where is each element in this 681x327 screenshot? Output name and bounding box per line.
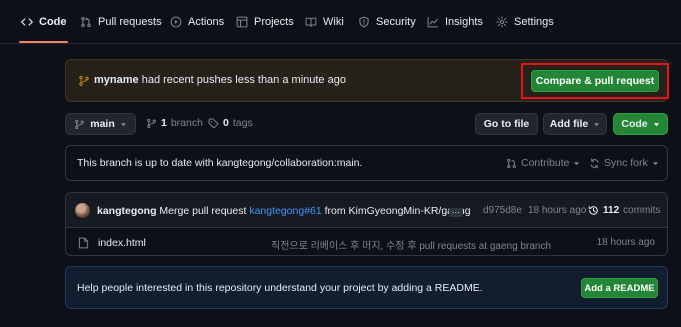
tab-pull-requests[interactable]: Pull requests xyxy=(80,0,162,44)
sync-fork-dropdown[interactable]: Sync fork xyxy=(589,157,659,169)
tab-label: Actions xyxy=(188,16,225,28)
file-name[interactable]: index.html xyxy=(98,237,146,249)
book-icon xyxy=(305,17,317,27)
tab-label: Projects xyxy=(254,16,294,28)
chevron-down-icon xyxy=(652,161,658,165)
chevron-down-icon xyxy=(574,161,580,165)
file-commit-message[interactable]: 직전으로 리베이스 후 머지, 수정 후 pull requests at ga… xyxy=(271,237,551,252)
tab-security[interactable]: Security xyxy=(358,0,416,44)
shield-icon xyxy=(359,16,369,28)
code-label: Code xyxy=(621,118,648,130)
add-file-label: Add file xyxy=(549,118,589,130)
file-icon xyxy=(78,237,89,249)
table-row[interactable]: index.html 직전으로 리베이스 후 머지, 수정 후 pull req… xyxy=(66,229,667,255)
tab-label: Security xyxy=(376,16,416,28)
commit-sha-time: d975d8e 18 hours ago xyxy=(483,205,586,216)
tab-wiki[interactable]: Wiki xyxy=(305,0,344,44)
tab-label: Insights xyxy=(445,16,483,28)
tag-count: 0 xyxy=(223,117,229,129)
play-icon xyxy=(170,16,182,28)
pull-request-link[interactable]: kangtegong#61 xyxy=(249,205,321,217)
sync-icon xyxy=(590,158,599,168)
chevron-down-icon xyxy=(120,122,126,126)
contribute-dropdown[interactable]: Contribute xyxy=(506,157,580,169)
branch-name: main xyxy=(90,118,115,130)
pull-request-icon xyxy=(81,16,91,28)
add-readme-button[interactable]: Add a README xyxy=(581,278,658,298)
branch-icon xyxy=(75,119,85,129)
commit-message-prefix[interactable]: Merge pull request xyxy=(159,205,246,217)
go-to-file-button[interactable]: Go to file xyxy=(475,113,538,135)
table-icon xyxy=(236,16,248,28)
commits-word: commits xyxy=(623,205,661,216)
commit-message: kangtegong Merge pull request kangtegong… xyxy=(97,205,471,217)
pull-request-icon xyxy=(507,158,516,168)
branch-word: branch xyxy=(170,117,203,129)
history-icon xyxy=(588,206,598,215)
branch-icon xyxy=(79,75,89,87)
file-commit-time: 18 hours ago xyxy=(596,237,655,248)
tab-settings[interactable]: Settings xyxy=(496,0,554,44)
sync-fork-label: Sync fork xyxy=(604,157,648,169)
commit-sha[interactable]: d975d8e xyxy=(483,205,522,216)
banner-user[interactable]: myname xyxy=(94,74,139,86)
readme-prompt: Help people interested in this repositor… xyxy=(65,266,668,309)
graph-icon xyxy=(427,17,438,28)
tab-label: Wiki xyxy=(323,16,344,28)
chevron-down-icon xyxy=(653,122,659,126)
banner-text: had recent pushes less than a minute ago xyxy=(141,74,346,86)
commit-time: 18 hours ago xyxy=(527,205,587,216)
branches-link[interactable]: 1 branch xyxy=(146,117,203,129)
tags-link[interactable]: 0 tags xyxy=(208,117,253,129)
expand-commit-button[interactable]: ... xyxy=(449,207,463,217)
chevron-down-icon xyxy=(594,122,600,126)
contribute-label: Contribute xyxy=(521,157,570,169)
tab-code[interactable]: Code xyxy=(21,0,67,44)
tab-insights[interactable]: Insights xyxy=(427,0,483,44)
code-icon xyxy=(21,18,33,26)
tab-label: Pull requests xyxy=(98,16,162,28)
latest-commit-row: kangtegong Merge pull request kangtegong… xyxy=(66,193,667,228)
branch-count: 1 xyxy=(161,117,167,129)
branch-status-box: This branch is up to date with kangtegon… xyxy=(65,145,668,181)
avatar[interactable] xyxy=(75,203,90,218)
add-file-button[interactable]: Add file xyxy=(543,113,607,135)
tag-word: tags xyxy=(232,117,253,129)
branch-icon xyxy=(147,118,156,128)
tag-icon xyxy=(208,118,219,128)
code-button[interactable]: Code xyxy=(613,113,668,135)
file-table: kangtegong Merge pull request kangtegong… xyxy=(65,192,668,256)
branch-selector[interactable]: main xyxy=(65,113,136,135)
gear-icon xyxy=(496,16,508,28)
repo-nav: Code Pull requests Actions Projects Wiki… xyxy=(0,0,681,44)
tab-actions[interactable]: Actions xyxy=(170,0,224,44)
commit-author[interactable]: kangtegong xyxy=(97,205,157,217)
readme-prompt-text: Help people interested in this repositor… xyxy=(77,282,483,294)
branch-status-text: This branch is up to date with kangtegon… xyxy=(77,157,363,169)
active-tab-indicator xyxy=(19,41,68,43)
banner-message: myname had recent pushes less than a min… xyxy=(94,74,346,86)
tab-projects[interactable]: Projects xyxy=(236,0,294,44)
tab-label: Code xyxy=(39,16,67,28)
commit-count: 112 xyxy=(603,205,620,216)
commits-link[interactable]: 112 commits xyxy=(588,205,660,216)
tab-label: Settings xyxy=(514,16,554,28)
compare-pull-request-button[interactable]: Compare & pull request xyxy=(531,70,659,92)
